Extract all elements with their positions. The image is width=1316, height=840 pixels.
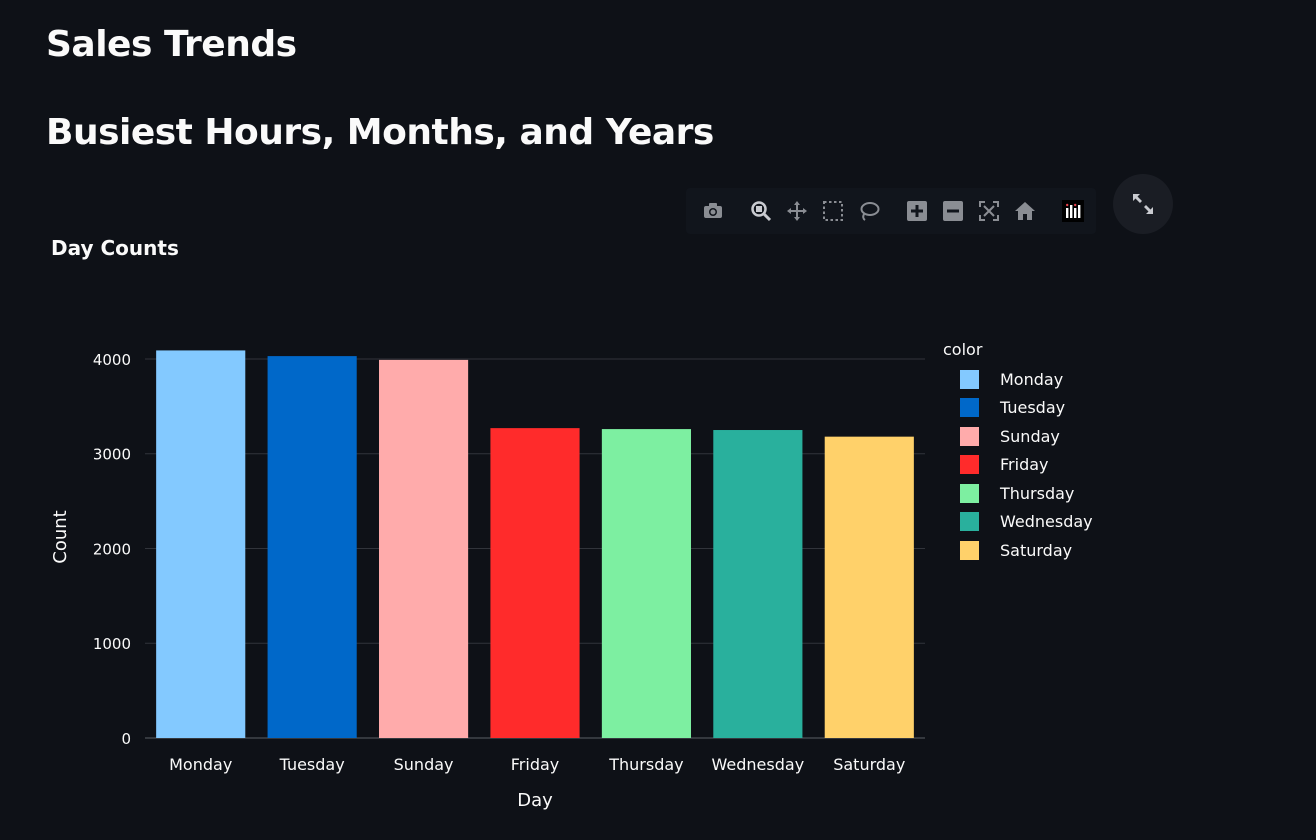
- legend-title: color: [943, 340, 983, 359]
- legend-item-tuesday[interactable]: Tuesday: [960, 398, 1065, 418]
- legend-swatch: [960, 455, 979, 474]
- legend-swatch: [960, 512, 979, 531]
- y-tick-label: 2000: [93, 540, 131, 558]
- legend-item-saturday[interactable]: Saturday: [960, 540, 1072, 560]
- legend-label: Saturday: [1000, 540, 1073, 560]
- x-tick-label: Sunday: [394, 755, 454, 774]
- bar-friday[interactable]: [490, 428, 580, 738]
- y-tick-label: 1000: [93, 635, 131, 653]
- legend-swatch: [960, 398, 979, 417]
- legend-item-thursday[interactable]: Thursday: [960, 483, 1074, 503]
- y-tick-label: 0: [121, 730, 131, 748]
- y-tick-label: 3000: [93, 446, 131, 464]
- legend-label: Wednesday: [1000, 512, 1093, 531]
- legend-swatch: [960, 540, 979, 560]
- legend-item-friday[interactable]: Friday: [960, 455, 1049, 475]
- legend-label: Thursday: [1000, 483, 1075, 503]
- legend-item-sunday[interactable]: Sunday: [960, 426, 1060, 446]
- bar-wednesday[interactable]: [713, 430, 803, 738]
- x-tick-label: Tuesday: [279, 755, 345, 774]
- x-tick-label: Friday: [511, 755, 560, 774]
- legend-swatch: [960, 426, 979, 446]
- legend-label: Monday: [1000, 369, 1064, 389]
- bar-tuesday[interactable]: [267, 356, 357, 738]
- bar-thursday[interactable]: [601, 429, 691, 738]
- legend-label: Sunday: [1000, 426, 1060, 446]
- legend-label: Tuesday: [1000, 398, 1066, 417]
- y-tick-label: 4000: [93, 351, 131, 369]
- legend-item-wednesday[interactable]: Wednesday: [960, 512, 1093, 532]
- x-tick-label: Thursday: [608, 755, 683, 774]
- legend-item-monday[interactable]: Monday: [960, 369, 1063, 389]
- x-axis-label: Day: [517, 790, 553, 811]
- x-tick-label: Monday: [169, 755, 232, 774]
- x-tick-label: Wednesday: [712, 755, 805, 774]
- y-axis-label: Count: [50, 510, 71, 563]
- x-tick-label: Saturday: [833, 755, 905, 774]
- legend-swatch: [960, 369, 979, 389]
- bar-chart: 0 1000 2000 3000 4000 Monday Tuesday Sunday Frid…: [50, 350, 925, 811]
- legend-swatch: [960, 483, 979, 503]
- bar-sunday[interactable]: [379, 359, 469, 738]
- page: Sales Trends Busiest Hours, Months, and …: [0, 0, 1316, 840]
- bar-saturday[interactable]: [824, 436, 914, 738]
- legend-label: Friday: [1000, 455, 1049, 474]
- bar-monday[interactable]: [156, 350, 246, 738]
